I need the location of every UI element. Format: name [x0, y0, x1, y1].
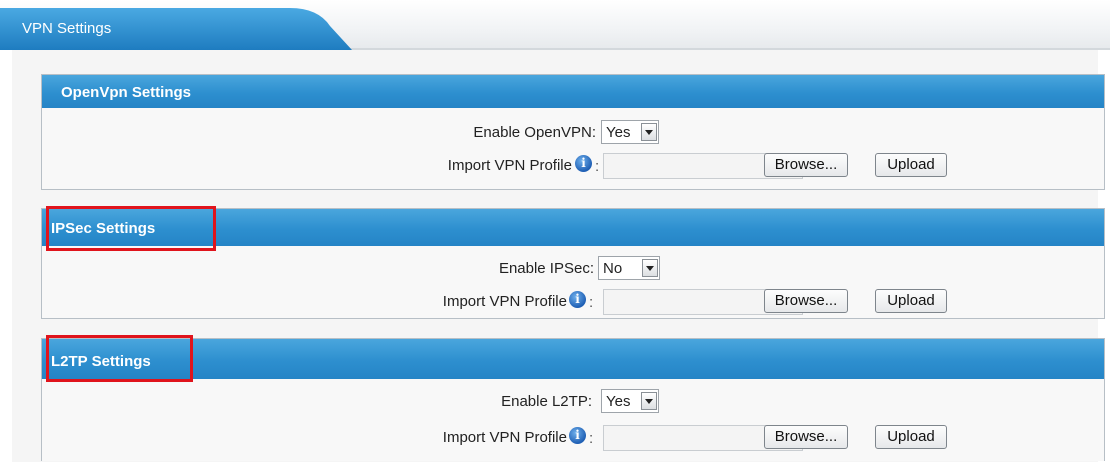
- info-icon[interactable]: i: [569, 291, 586, 308]
- select-value: Yes: [606, 393, 631, 410]
- openvpn-settings-panel: OpenVpn Settings Enable OpenVPN: Yes Imp…: [41, 74, 1105, 190]
- import-profile-row: Import VPN Profile i : Browse... Upload: [42, 289, 1104, 315]
- select-value: Yes: [606, 124, 631, 141]
- colon: :: [589, 430, 594, 447]
- browse-button[interactable]: Browse...: [764, 289, 848, 313]
- import-profile-label: Import VPN Profile: [447, 157, 572, 174]
- section-header: L2TP Settings: [42, 339, 1104, 379]
- enable-l2tp-row: Enable L2TP: Yes: [42, 389, 1104, 413]
- import-profile-row: Import VPN Profile i : Browse... Upload: [42, 425, 1104, 451]
- browse-button[interactable]: Browse...: [764, 425, 848, 449]
- section-header: OpenVpn Settings: [42, 75, 1104, 108]
- enable-l2tp-label: Enable L2TP:: [501, 393, 592, 410]
- l2tp-settings-panel: L2TP Settings Enable L2TP: Yes Import VP…: [41, 338, 1105, 461]
- upload-button[interactable]: Upload: [875, 289, 947, 313]
- upload-button[interactable]: Upload: [875, 425, 947, 449]
- chevron-down-icon[interactable]: [641, 392, 657, 410]
- import-profile-row: Import VPN Profile i : Browse... Upload: [42, 153, 1104, 179]
- browse-button[interactable]: Browse...: [764, 153, 848, 177]
- enable-openvpn-label: Enable OpenVPN:: [473, 124, 596, 141]
- l2tp-title-highlight: [46, 335, 193, 382]
- colon: :: [589, 294, 594, 311]
- tab-vpn-settings[interactable]: VPN Settings: [0, 8, 360, 50]
- info-icon[interactable]: i: [575, 155, 592, 172]
- enable-ipsec-label: Enable IPSec:: [498, 260, 594, 277]
- enable-openvpn-row: Enable OpenVPN: Yes: [42, 120, 1104, 144]
- enable-openvpn-select[interactable]: Yes: [601, 120, 659, 144]
- section-title: OpenVpn Settings: [61, 84, 192, 101]
- upload-button[interactable]: Upload: [875, 153, 947, 177]
- info-icon[interactable]: i: [569, 427, 586, 444]
- enable-ipsec-select[interactable]: No: [598, 256, 660, 280]
- ipsec-title-highlight: [46, 206, 216, 251]
- import-profile-label: Import VPN Profile: [442, 429, 567, 446]
- chevron-down-icon[interactable]: [641, 123, 657, 141]
- tab-label: VPN Settings: [22, 20, 112, 37]
- select-value: No: [603, 260, 623, 277]
- enable-ipsec-row: Enable IPSec: No: [42, 256, 1104, 280]
- import-profile-label: Import VPN Profile: [442, 293, 567, 310]
- colon: :: [595, 158, 600, 175]
- chevron-down-icon[interactable]: [642, 259, 658, 277]
- enable-l2tp-select[interactable]: Yes: [601, 389, 659, 413]
